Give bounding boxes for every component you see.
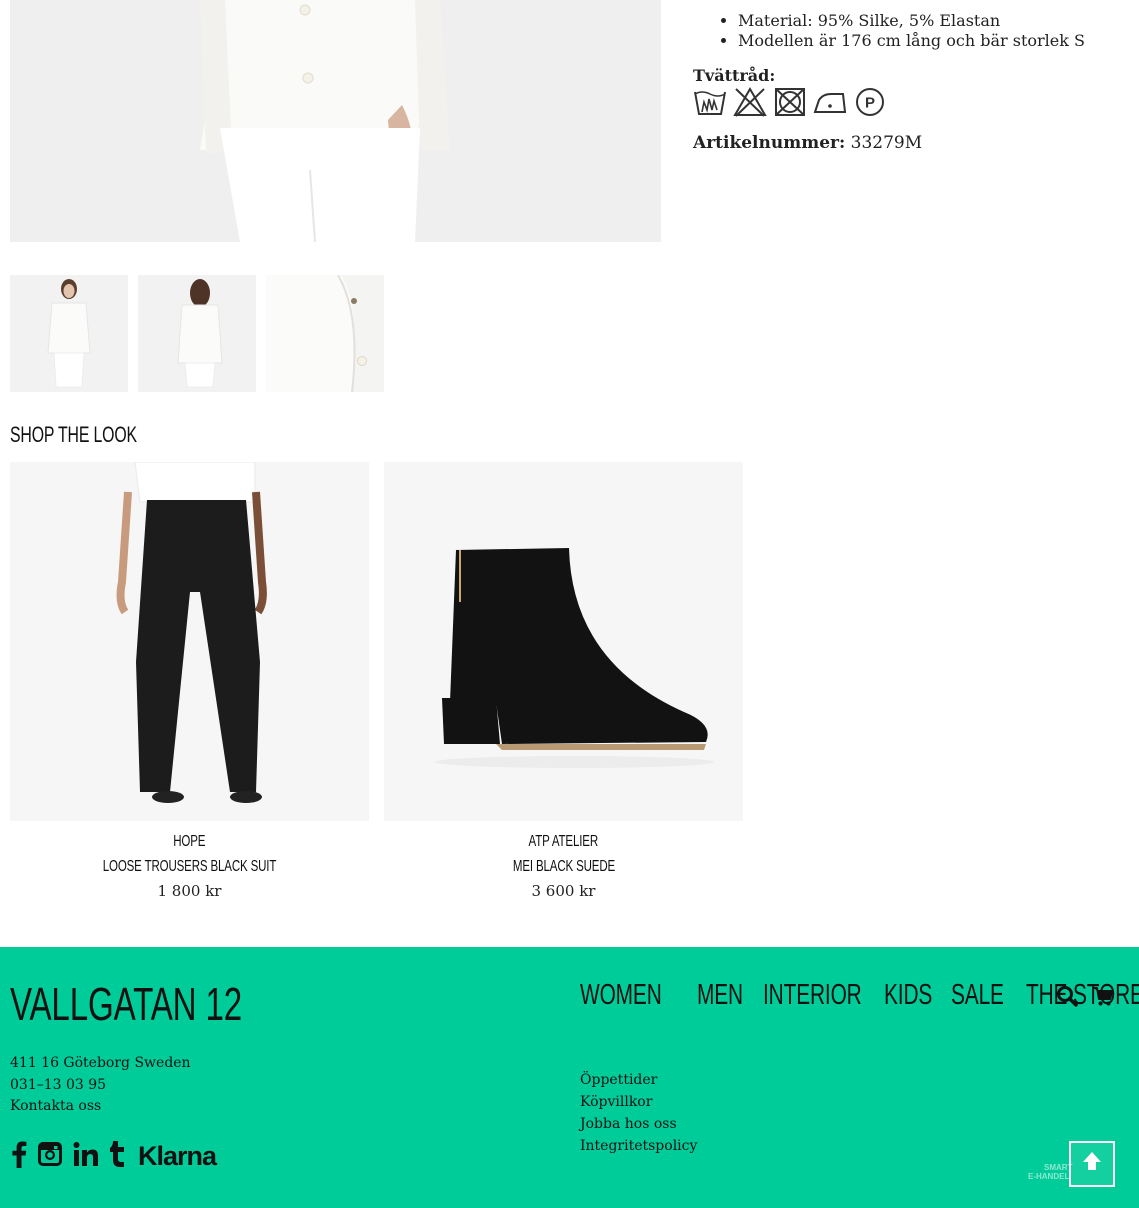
product-card[interactable]: HOPE LOOSE TROUSERS BLACK SUIT 1 800 kr [10,462,369,900]
link-terms[interactable]: Köpvillkor [580,1091,697,1113]
linkedin-icon[interactable] [72,1140,100,1172]
product-details: Material: 95% Silke, 5% Elastan Modellen… [693,0,1123,153]
link-privacy[interactable]: Integritetspolicy [580,1135,697,1157]
arrow-up-icon [1081,1150,1103,1178]
product-brand[interactable]: ATP ATELIER [384,831,743,851]
nav-sale[interactable]: SALE [951,977,1024,1012]
product-name[interactable]: MEI BLACK SUEDE [384,856,743,876]
care-icons: P [693,86,887,118]
article-number-label: Artikelnummer: [693,133,846,153]
nav-women[interactable]: WOMEN [580,977,693,1012]
product-name[interactable]: LOOSE TROUSERS BLACK SUIT [10,856,369,876]
product-image[interactable] [10,462,369,821]
nav-interior[interactable]: INTERIOR [763,977,900,1012]
footer-address: 411 16 Göteborg Sweden 031–13 03 95 Kont… [10,1053,191,1118]
phone-number[interactable]: 031–13 03 95 [10,1075,191,1097]
shop-the-look-heading: SHOP THE LOOK [10,422,137,447]
handwash-icon [693,86,727,118]
svg-text:P: P [865,95,875,112]
product-price: 3 600 kr [531,882,596,900]
no-tumble-dry-icon [773,86,807,118]
instagram-icon[interactable] [36,1140,64,1172]
footer-tools [1056,985,1114,1011]
footer-links: Öppettider Köpvillkor Jobba hos oss Inte… [580,1069,697,1157]
social-links: Klarna [10,1140,217,1172]
address-line: 411 16 Göteborg Sweden [10,1055,191,1071]
footer-logo[interactable]: VALLGATAN 12 [10,977,332,1031]
no-bleach-icon [733,86,767,118]
link-careers[interactable]: Jobba hos oss [580,1113,697,1135]
thumbnail-back[interactable] [138,275,256,392]
search-icon[interactable] [1056,985,1078,1011]
product-price: 1 800 kr [157,882,222,900]
product-attributes: Material: 95% Silke, 5% Elastan Modellen… [693,11,1123,51]
klarna-logo[interactable]: Klarna [138,1141,217,1172]
nav-men[interactable]: MEN [697,977,761,1012]
cart-icon[interactable] [1092,985,1114,1011]
iron-low-icon [813,86,847,118]
care-label: Tvättråd: [693,66,776,85]
article-number: Artikelnummer: 33279M [693,133,922,153]
facebook-icon[interactable] [10,1140,28,1172]
site-footer: VALLGATAN 12 411 16 Göteborg Sweden 031–… [0,947,1139,1208]
article-number-value: 33279M [850,133,923,153]
material-bullet: Material: 95% Silke, 5% Elastan [738,11,1123,31]
nav-kids[interactable]: KIDS [884,977,951,1012]
scroll-to-top-button[interactable] [1069,1141,1115,1187]
link-opening-hours[interactable]: Öppettider [580,1069,697,1091]
product-brand[interactable]: HOPE [10,831,369,851]
product-card[interactable]: ATP ATELIER MEI BLACK SUEDE 3 600 kr [384,462,743,900]
product-image[interactable] [384,462,743,821]
tumblr-icon[interactable] [108,1140,128,1172]
model-size-bullet: Modellen är 176 cm lång och bär storlek … [738,31,1123,51]
smart-ehandel-badge: SMART E-HANDEL [1028,1163,1073,1181]
thumbnail-detail[interactable] [266,275,384,392]
dry-clean-p-icon: P [853,86,887,118]
product-main-image[interactable] [10,0,661,242]
contact-link[interactable]: Kontakta oss [10,1096,191,1118]
thumbnail-front[interactable] [10,275,128,392]
